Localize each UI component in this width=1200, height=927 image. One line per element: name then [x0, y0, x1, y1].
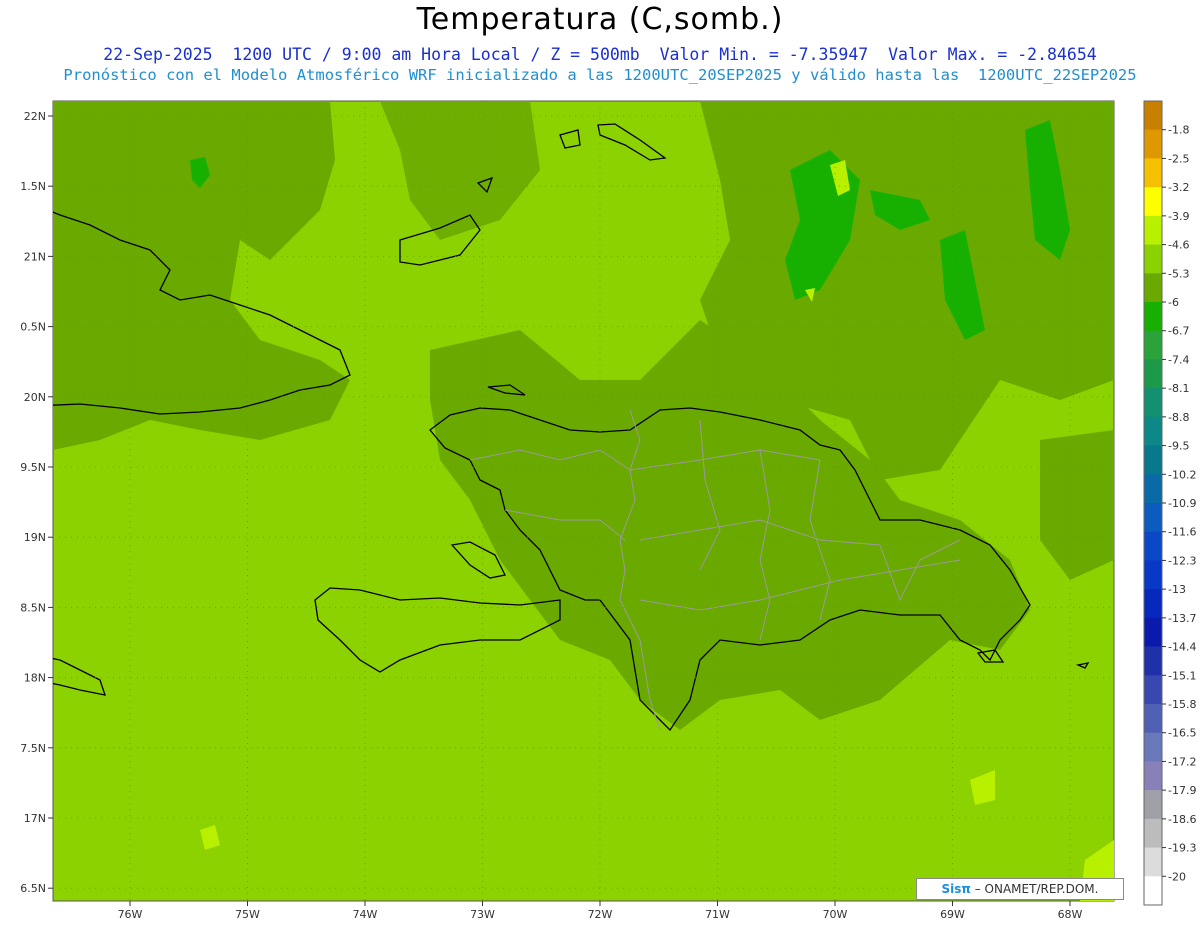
colorbar: -1.8 -2.5 -3.2 -3.9 -4.6 -5.3 -6 -6.7 -7.4 -8.1 -8…: [1143, 100, 1196, 906]
lon-label: 72W: [588, 908, 613, 921]
colorbar-swatch: [1144, 876, 1162, 906]
colorbar-swatch: [1144, 330, 1162, 360]
colorbar-swatch: [1144, 445, 1162, 475]
lat-label: 20N: [24, 391, 46, 404]
lat-label: 19N: [24, 531, 46, 544]
lat-label: 8.5N: [20, 601, 46, 614]
colorbar-label: -3.9: [1168, 210, 1189, 223]
colorbar-swatch: [1144, 158, 1162, 188]
colorbar-swatch: [1144, 704, 1162, 734]
lat-label: 6.5N: [20, 882, 46, 895]
lat-label: 0.5N: [20, 321, 46, 334]
longitude-axis: 76W 75W 74W 73W 72W 71W 70W 69W 68W: [118, 901, 1083, 921]
colorbar-swatch: [1144, 359, 1162, 389]
lat-label: 9.5N: [20, 461, 46, 474]
colorbar-swatch: [1144, 818, 1162, 849]
lon-label: 69W: [940, 908, 965, 921]
colorbar-label: -1.8: [1168, 124, 1189, 137]
lat-label: 21N: [24, 250, 46, 263]
sispi-logo: Sisπ: [941, 882, 971, 896]
temperature-map: 22N 1.5N 21N 0.5N 20N 9.5N 19N 8.5N 18N 7.5N 17N 6.…: [20, 100, 1196, 921]
colorbar-swatch: [1144, 215, 1162, 246]
colorbar-label: -15.8: [1168, 698, 1196, 711]
colorbar-swatch: [1144, 101, 1162, 131]
lon-label: 74W: [353, 908, 378, 921]
colorbar-label: -13: [1168, 583, 1186, 596]
colorbar-label: -6.7: [1168, 325, 1189, 338]
lon-label: 71W: [705, 908, 730, 921]
colorbar-swatch: [1144, 847, 1162, 877]
colorbar-swatch: [1144, 244, 1162, 274]
colorbar-swatch: [1144, 187, 1162, 217]
latitude-axis: 22N 1.5N 21N 0.5N 20N 9.5N 19N 8.5N 18N 7.5N 17N 6.…: [20, 110, 53, 895]
colorbar-swatch: [1144, 388, 1162, 418]
lon-label: 73W: [470, 908, 495, 921]
colorbar-label: -6: [1168, 296, 1179, 309]
lon-label: 70W: [823, 908, 848, 921]
lat-label: 17N: [24, 812, 46, 825]
colorbar-label: -10.2: [1168, 468, 1196, 481]
colorbar-label: -20: [1168, 870, 1186, 883]
colorbar-label: -12.3: [1168, 554, 1196, 567]
credit-box: Sisπ – ONAMET/REP.DOM.: [916, 878, 1124, 900]
lat-label: 7.5N: [20, 742, 46, 755]
colorbar-label: -4.6: [1168, 239, 1189, 252]
lat-label: 18N: [24, 672, 46, 685]
lon-label: 75W: [235, 908, 260, 921]
colorbar-label: -17.9: [1168, 784, 1196, 797]
colorbar-label: -3.2: [1168, 181, 1189, 194]
colorbar-swatch: [1144, 503, 1162, 533]
colorbar-label: -19.3: [1168, 842, 1196, 855]
colorbar-swatch: [1144, 617, 1162, 648]
colorbar-label: -2.5: [1168, 152, 1189, 165]
lat-label: 22N: [24, 110, 46, 123]
colorbar-label: -11.6: [1168, 526, 1196, 539]
colorbar-label: -9.5: [1168, 440, 1189, 453]
colorbar-label: -7.4: [1168, 353, 1189, 366]
colorbar-swatch: [1144, 732, 1162, 762]
colorbar-swatch: [1144, 302, 1162, 332]
lon-label: 76W: [118, 908, 143, 921]
colorbar-label: -16.5: [1168, 727, 1196, 740]
colorbar-label: -8.1: [1168, 382, 1189, 395]
lat-label: 1.5N: [20, 180, 46, 193]
colorbar-label: -13.7: [1168, 612, 1196, 625]
colorbar-swatch: [1144, 416, 1162, 447]
colorbar-label: -5.3: [1168, 267, 1189, 280]
colorbar-swatch: [1144, 531, 1162, 561]
colorbar-swatch: [1144, 790, 1162, 820]
colorbar-swatch: [1144, 273, 1162, 303]
colorbar-swatch: [1144, 675, 1162, 705]
colorbar-label: -15.1: [1168, 669, 1196, 682]
colorbar-label: -10.9: [1168, 497, 1196, 510]
lon-label: 68W: [1058, 908, 1083, 921]
colorbar-label: -14.4: [1168, 641, 1196, 654]
colorbar-label: -18.6: [1168, 813, 1196, 826]
colorbar-swatch: [1144, 646, 1162, 676]
colorbar-swatch: [1144, 589, 1162, 619]
colorbar-label: -8.8: [1168, 411, 1189, 424]
colorbar-swatch: [1144, 474, 1162, 504]
colorbar-swatch: [1144, 560, 1162, 590]
credit-text: – ONAMET/REP.DOM.: [970, 882, 1099, 896]
colorbar-swatch: [1144, 129, 1162, 159]
colorbar-label: -17.2: [1168, 755, 1196, 768]
colorbar-swatch: [1144, 761, 1162, 791]
